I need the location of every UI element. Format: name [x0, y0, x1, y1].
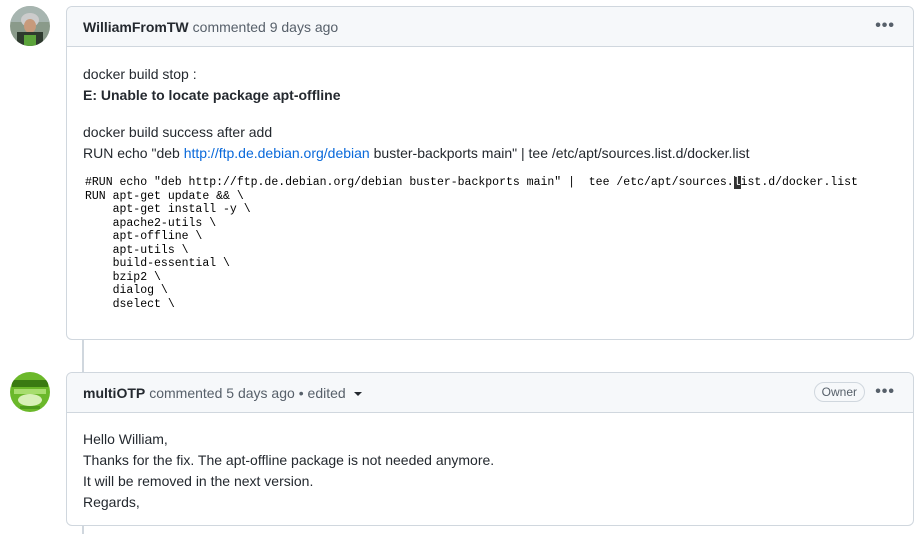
- comment-header: multiOTP commented 5 days ago • edited O…: [67, 373, 913, 413]
- comment-author[interactable]: WilliamFromTW: [83, 19, 189, 35]
- comment-body: docker build stop : E: Unable to locate …: [67, 47, 913, 327]
- comment-header: WilliamFromTW commented 9 days ago •••: [67, 7, 913, 47]
- code-line: dialog \: [85, 284, 168, 297]
- code-line: ist.d/docker.list: [740, 176, 858, 189]
- run-prefix: RUN echo "deb: [83, 145, 184, 161]
- body-line: Hello William,: [83, 431, 168, 447]
- body-line: docker build stop :: [83, 66, 197, 82]
- run-suffix: buster-backports main" | tee /etc/apt/so…: [369, 145, 750, 161]
- kebab-icon[interactable]: •••: [875, 384, 895, 400]
- debian-link[interactable]: http://ftp.de.debian.org/debian: [184, 145, 370, 161]
- comment-timestamp[interactable]: commented 9 days ago: [193, 19, 339, 35]
- code-line: RUN apt-get update && \: [85, 189, 244, 203]
- avatar[interactable]: [10, 6, 50, 46]
- code-line: bzip2 \: [85, 270, 161, 284]
- comment-author[interactable]: multiOTP: [83, 385, 145, 401]
- edited-dropdown[interactable]: • edited: [299, 385, 362, 401]
- code-line: apt-utils \: [85, 243, 189, 257]
- code-line: build-essential \: [85, 257, 230, 270]
- code-line: apache2-utils \: [85, 216, 217, 230]
- code-line: dselect \: [85, 297, 175, 311]
- code-line: apt-get install -y \: [85, 203, 251, 216]
- text-cursor: l: [733, 176, 741, 189]
- comment: WilliamFromTW commented 9 days ago ••• d…: [66, 6, 914, 340]
- body-line: docker build success after add: [83, 124, 273, 140]
- code-line: #RUN echo "deb http://ftp.de.debian.org/…: [85, 176, 734, 189]
- kebab-icon[interactable]: •••: [875, 18, 895, 34]
- comment-timestamp[interactable]: commented 5 days ago: [149, 385, 295, 401]
- edited-label: • edited: [298, 384, 346, 401]
- timeline-line: [82, 340, 84, 372]
- body-line: It will be removed in the next version.: [83, 473, 314, 489]
- comment-body: Hello William, Thanks for the fix. The a…: [67, 413, 913, 529]
- run-line: RUN echo "deb http://ftp.de.debian.org/d…: [83, 143, 897, 164]
- code-screenshot: #RUN echo "deb http://ftp.de.debian.org/…: [85, 176, 897, 311]
- code-line: apt-offline \: [85, 230, 203, 243]
- caret-down-icon: [353, 391, 362, 396]
- owner-badge: Owner: [813, 382, 865, 402]
- body-line: Thanks for the fix. The apt-offline pack…: [83, 452, 495, 468]
- body-line: Regards,: [83, 494, 140, 510]
- avatar[interactable]: [10, 372, 50, 412]
- comment: multiOTP commented 5 days ago • edited O…: [66, 372, 914, 526]
- body-line: E: Unable to locate package apt-offline: [83, 87, 341, 103]
